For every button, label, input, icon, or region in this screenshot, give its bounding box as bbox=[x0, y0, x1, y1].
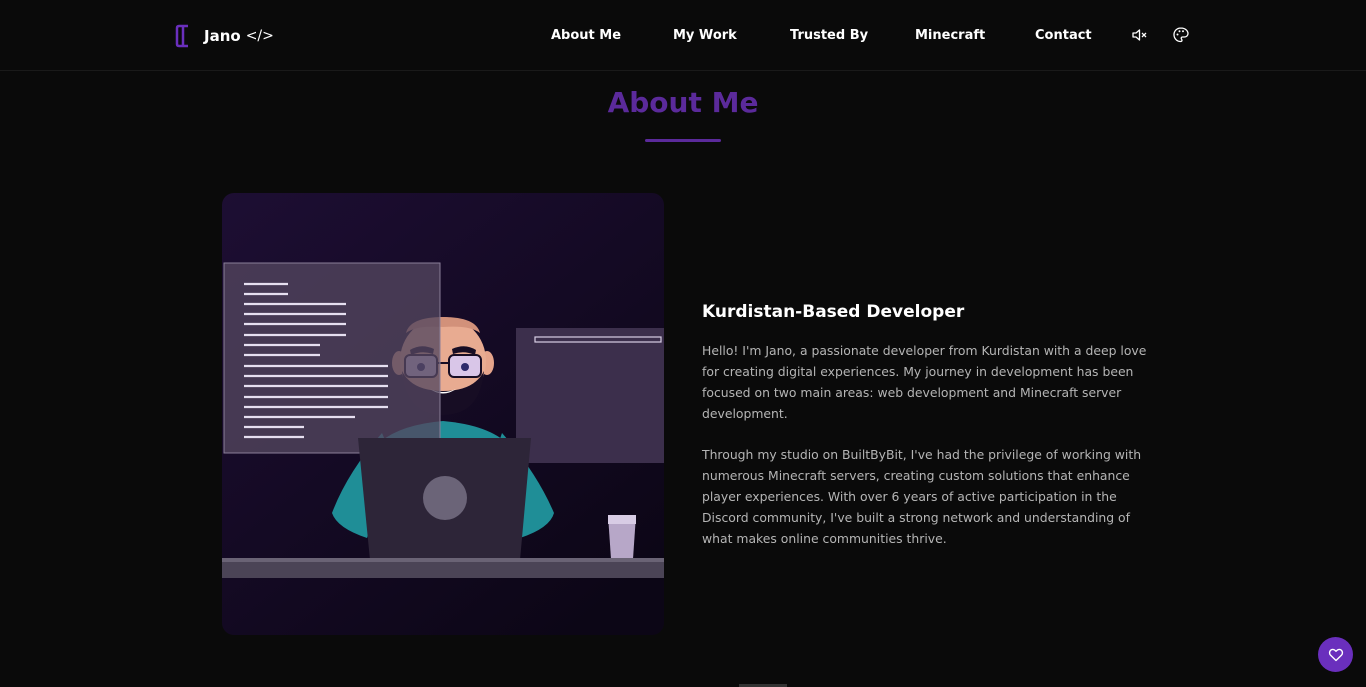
nav-my-work[interactable]: My Work bbox=[673, 28, 737, 43]
nav-contact[interactable]: Contact bbox=[1035, 28, 1092, 43]
favorite-button[interactable] bbox=[1318, 637, 1353, 672]
title-underline bbox=[645, 139, 721, 142]
nav-trusted-by[interactable]: Trusted By bbox=[790, 28, 868, 43]
nav-about-me[interactable]: About Me bbox=[551, 28, 621, 43]
volume-mute-icon[interactable] bbox=[1130, 26, 1148, 44]
about-paragraph-2: Through my studio on BuiltByBit, I've ha… bbox=[702, 447, 1142, 546]
palette-icon[interactable] bbox=[1172, 26, 1190, 44]
about-content: Kurdistan-Based Developer Hello! I'm Jan… bbox=[702, 302, 1152, 569]
logo-icon bbox=[175, 24, 188, 48]
heart-icon bbox=[1328, 648, 1343, 661]
developer-illustration bbox=[222, 193, 664, 635]
nav-minecraft[interactable]: Minecraft bbox=[915, 28, 985, 43]
brand-code-tag: </> bbox=[245, 28, 274, 44]
about-paragraph-1: Hello! I'm Jano, a passionate developer … bbox=[702, 343, 1147, 421]
section-title: About Me bbox=[607, 86, 759, 119]
brand-name: Jano bbox=[204, 27, 241, 45]
brand-logo[interactable]: Jano </> bbox=[174, 23, 274, 49]
about-heading: Kurdistan-Based Developer bbox=[702, 302, 965, 322]
navbar: Jano </> About Me My Work Trusted By Min… bbox=[0, 0, 1366, 71]
